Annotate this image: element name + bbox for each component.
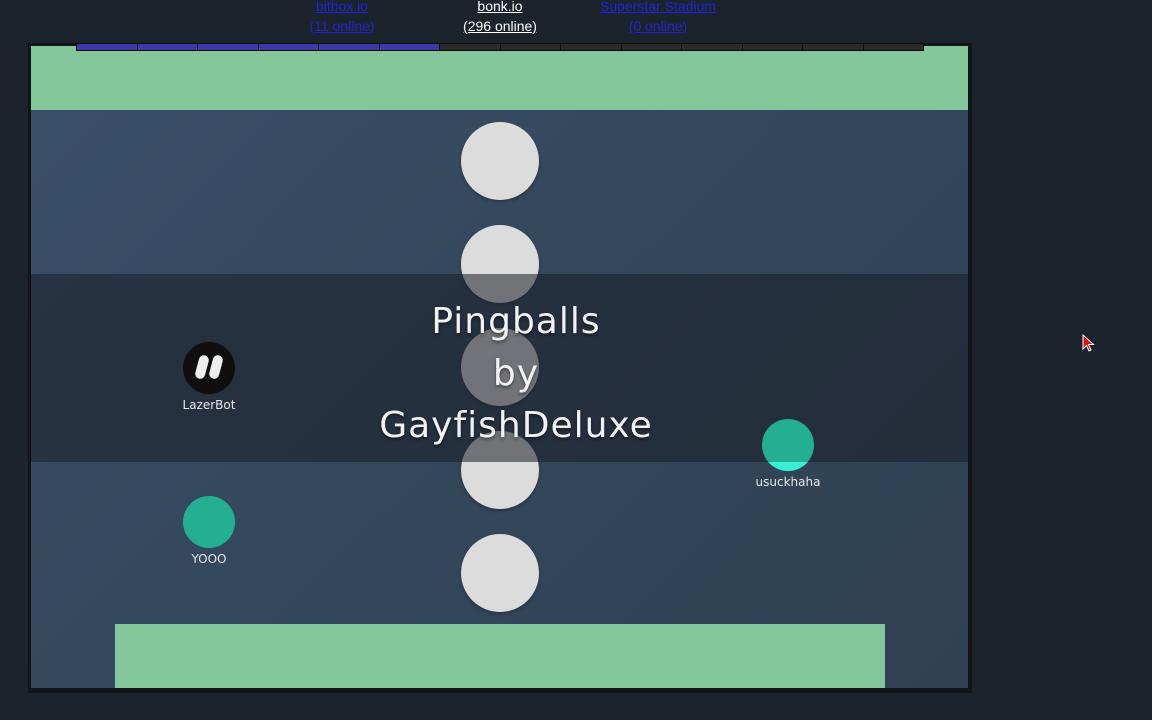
progress-segment — [440, 44, 501, 50]
player-lazerbot: LazerBot — [174, 342, 244, 412]
peg-ball — [461, 122, 539, 200]
top-platform — [31, 46, 968, 110]
link-superstar-online: (0 online) — [628, 18, 688, 34]
map-title-name: Pingballs — [431, 301, 601, 342]
bottom-platform — [115, 624, 885, 688]
link-bitbox-name: bitbox.io — [315, 0, 369, 14]
link-bonk-online: (296 online) — [463, 18, 537, 34]
progress-segment — [803, 44, 864, 50]
page: bitbox.io (11 online) bonk.io (296 onlin… — [0, 0, 1152, 720]
progress-segment — [319, 44, 380, 50]
progress-segment — [561, 44, 622, 50]
player-ball — [183, 496, 235, 548]
player-usuckhaha: usuckhaha — [745, 419, 831, 489]
map-title-author: GayfishDeluxe — [379, 405, 653, 446]
progress-segment — [198, 44, 259, 50]
eye-icon — [208, 354, 224, 380]
progress-segment — [864, 44, 924, 50]
link-superstar-name: Superstar Stadium — [600, 0, 716, 14]
player-name: LazerBot — [182, 398, 236, 412]
progress-segment — [743, 44, 803, 50]
player-ball — [762, 419, 814, 471]
link-bitbox[interactable]: bitbox.io (11 online) — [290, 0, 394, 36]
progress-segment — [137, 44, 198, 50]
player-yooo: YOOO — [174, 496, 244, 566]
eye-icon — [194, 354, 210, 380]
player-ball — [183, 342, 235, 394]
progress-segment — [682, 44, 743, 50]
progress-segment — [622, 44, 682, 50]
progress-segment — [379, 44, 440, 50]
progress-segment — [77, 44, 138, 50]
map-title-by: by — [492, 353, 540, 394]
game-frame: Pingballs by GayfishDeluxe LazerBot usuc… — [28, 43, 972, 693]
player-name: usuckhaha — [755, 475, 821, 489]
game-canvas[interactable]: Pingballs by GayfishDeluxe LazerBot usuc… — [31, 46, 968, 688]
player-name: YOOO — [191, 552, 227, 566]
cursor-icon — [1082, 334, 1095, 352]
peg-ball — [461, 534, 539, 612]
link-bonk-name: bonk.io — [477, 0, 523, 14]
map-title: Pingballs by GayfishDeluxe — [331, 296, 701, 452]
link-bitbox-online: (11 online) — [309, 18, 375, 34]
player-highlight — [762, 462, 814, 471]
round-progress-bar — [76, 43, 924, 51]
progress-segment — [258, 44, 319, 50]
link-superstar-stadium[interactable]: Superstar Stadium (0 online) — [590, 0, 726, 36]
progress-segment — [501, 44, 561, 50]
link-bonk[interactable]: bonk.io (296 online) — [450, 0, 550, 36]
